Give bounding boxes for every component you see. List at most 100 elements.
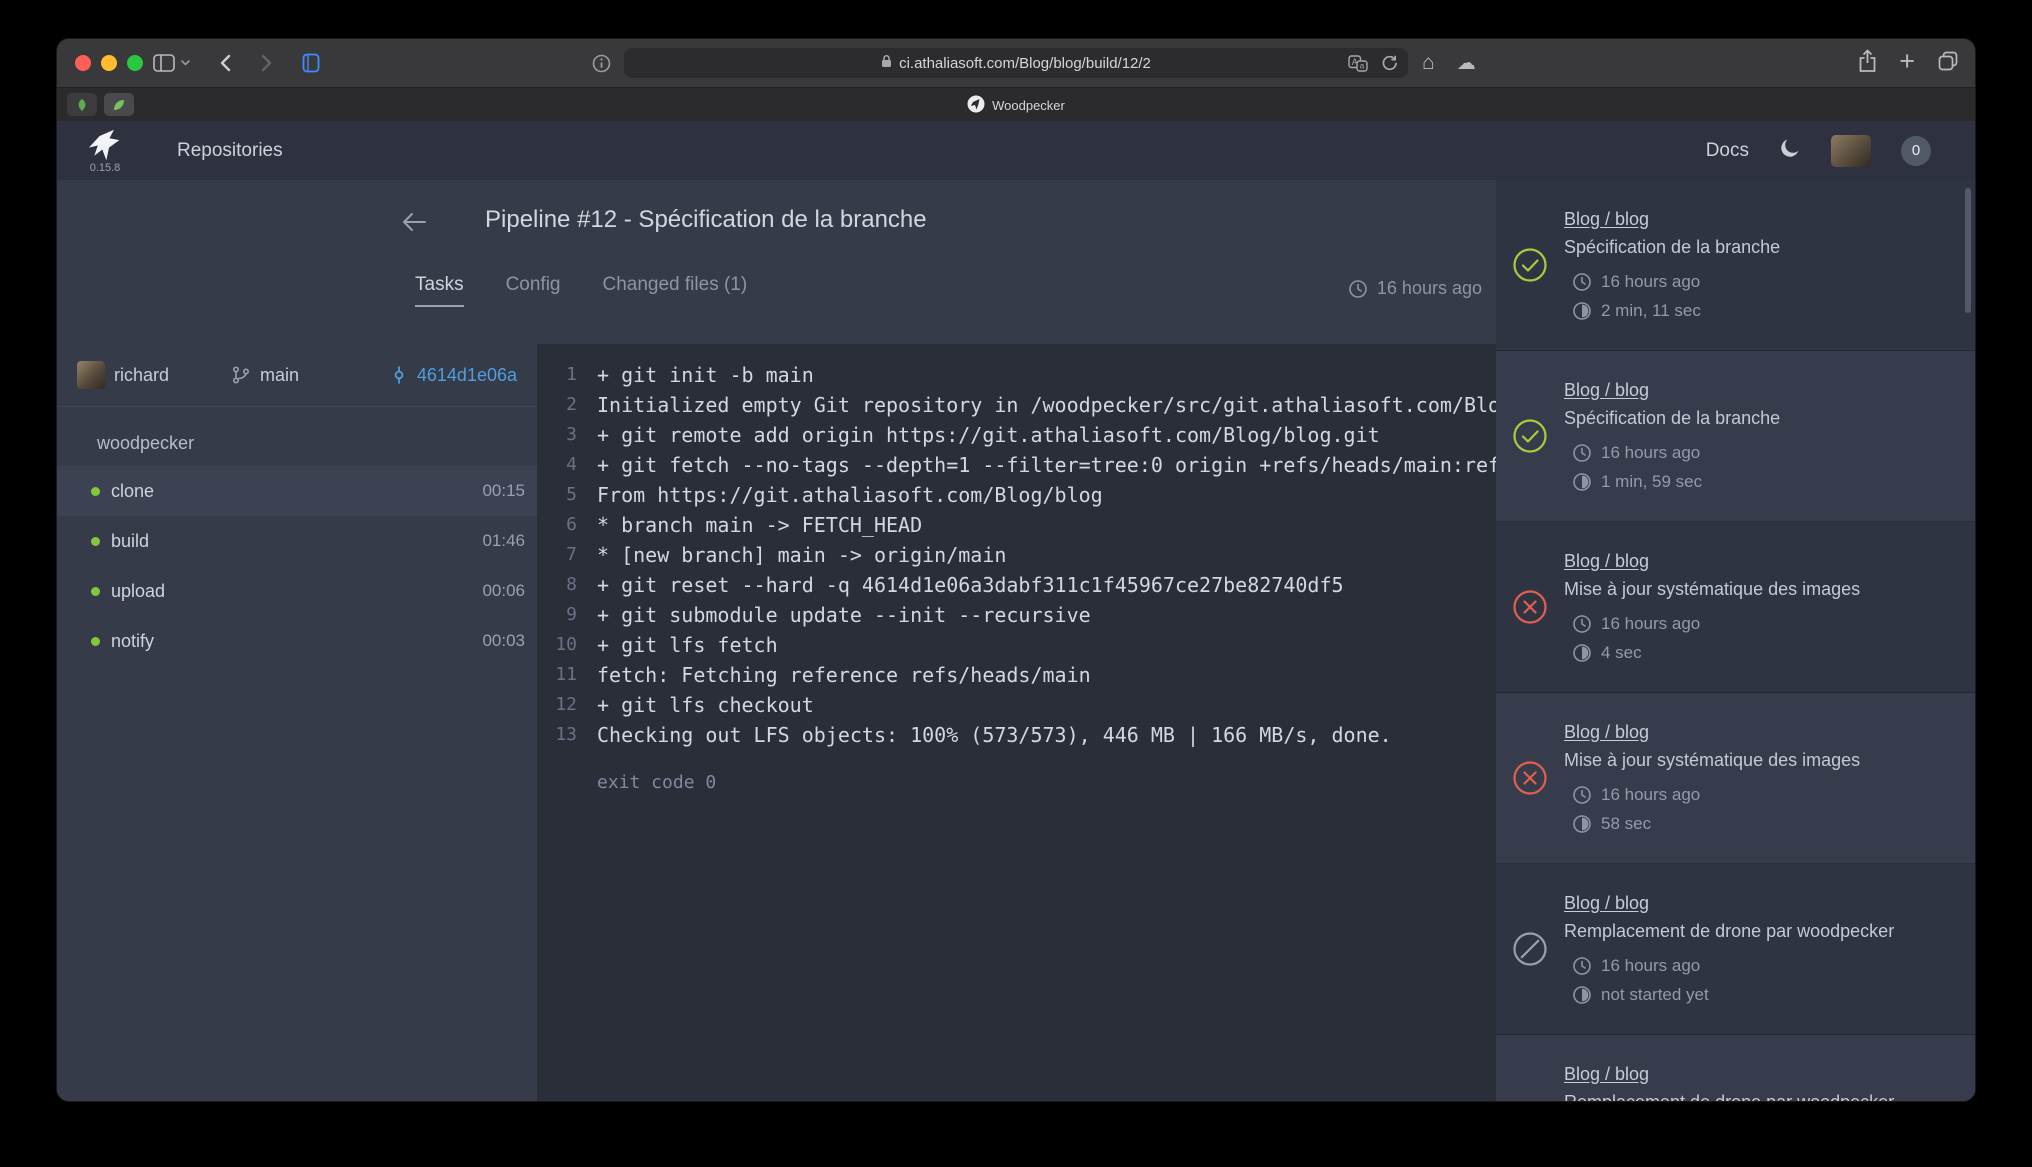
back-arrow-button[interactable] bbox=[401, 212, 427, 237]
commit-link[interactable]: 4614d1e06a bbox=[390, 365, 517, 386]
log-line-number: 9 bbox=[537, 600, 577, 630]
woodpecker-bird-icon bbox=[87, 128, 123, 162]
pipeline-header: Pipeline #12 - Spécification de la branc… bbox=[57, 180, 1496, 344]
log-line-text: + git reset --hard -q 4614d1e06a3dabf311… bbox=[597, 570, 1344, 600]
build-status-icon bbox=[1510, 760, 1550, 796]
step-status-dot-icon bbox=[91, 537, 100, 546]
log-line-text: + git submodule update --init --recursiv… bbox=[597, 600, 1091, 630]
reload-icon[interactable] bbox=[1381, 55, 1398, 76]
build-status-icon bbox=[1510, 418, 1550, 454]
clock-icon bbox=[1572, 272, 1592, 292]
nav-repositories-link[interactable]: Repositories bbox=[177, 140, 283, 162]
app-version: 0.15.8 bbox=[90, 163, 121, 174]
duration-icon bbox=[1572, 814, 1592, 834]
browser-tab-title: Woodpecker bbox=[992, 98, 1065, 113]
close-window-button[interactable] bbox=[75, 55, 91, 71]
pinned-tab-1[interactable] bbox=[67, 93, 97, 116]
duration-icon bbox=[1572, 472, 1592, 492]
log-line: 11 fetch: Fetching reference refs/heads/… bbox=[537, 660, 1496, 690]
log-panel: 1 + git init -b main 2 Initialized empty… bbox=[537, 344, 1496, 1101]
log-line: 2 Initialized empty Git repository in /w… bbox=[537, 390, 1496, 420]
pipeline-time-label: 16 hours ago bbox=[1377, 278, 1482, 299]
step-status-dot-icon bbox=[91, 637, 100, 646]
tab-overview-icon[interactable] bbox=[1937, 50, 1959, 77]
build-message: Spécification de la branche bbox=[1564, 237, 1780, 258]
notification-badge[interactable]: 0 bbox=[1901, 136, 1931, 166]
log-line-text: Initialized empty Git repository in /woo… bbox=[597, 390, 1496, 420]
step-name: notify bbox=[111, 631, 154, 652]
log-line: 5 From https://git.athaliasoft.com/Blog/… bbox=[537, 480, 1496, 510]
sidebar-scrollbar[interactable] bbox=[1965, 188, 1971, 313]
active-browser-tab[interactable]: Woodpecker bbox=[57, 88, 1975, 122]
build-info: Blog / blog Remplacement de drone par wo… bbox=[1564, 1064, 1894, 1101]
log-line: 7 * [new branch] main -> origin/main bbox=[537, 540, 1496, 570]
pinned-tab-2[interactable] bbox=[104, 93, 134, 116]
log-line-text: Checking out LFS objects: 100% (573/573)… bbox=[597, 720, 1392, 750]
sidebar-toggle-icon[interactable] bbox=[153, 54, 175, 72]
svg-text:a: a bbox=[1360, 62, 1365, 71]
build-time: 16 hours ago bbox=[1601, 614, 1700, 634]
translate-icon[interactable]: Aa bbox=[1348, 55, 1368, 76]
step-row[interactable]: upload 00:06 bbox=[57, 566, 537, 616]
forward-button[interactable] bbox=[261, 54, 272, 72]
new-tab-button[interactable]: + bbox=[1899, 48, 1915, 75]
build-card[interactable]: Blog / blog Mise à jour systématique des… bbox=[1496, 693, 1975, 864]
check-circle-icon bbox=[1512, 418, 1548, 454]
log-line-number: 7 bbox=[537, 540, 577, 570]
build-repo-link[interactable]: Blog / blog bbox=[1564, 209, 1649, 229]
pipeline-tabs: Tasks Config Changed files (1) bbox=[415, 274, 747, 307]
build-repo-link[interactable]: Blog / blog bbox=[1564, 1064, 1649, 1084]
build-message: Spécification de la branche bbox=[1564, 408, 1780, 429]
build-card[interactable]: Blog / blog Mise à jour systématique des… bbox=[1496, 522, 1975, 693]
tab-config[interactable]: Config bbox=[506, 274, 561, 307]
build-repo-link[interactable]: Blog / blog bbox=[1564, 551, 1649, 571]
log-line: 8 + git reset --hard -q 4614d1e06a3dabf3… bbox=[537, 570, 1496, 600]
step-name: clone bbox=[111, 481, 154, 502]
log-line: 10 + git lfs fetch bbox=[537, 630, 1496, 660]
build-time: 16 hours ago bbox=[1601, 272, 1700, 292]
step-row[interactable]: notify 00:03 bbox=[57, 616, 537, 666]
dark-mode-toggle[interactable] bbox=[1779, 137, 1801, 164]
exit-code: exit code 0 bbox=[597, 772, 1496, 793]
build-time: 16 hours ago bbox=[1601, 785, 1700, 805]
log-line-text: * branch main -> FETCH_HEAD bbox=[597, 510, 922, 540]
nav-docs-link[interactable]: Docs bbox=[1706, 140, 1749, 162]
extension-icon[interactable] bbox=[302, 53, 320, 73]
build-message: Mise à jour systématique des images bbox=[1564, 579, 1860, 600]
back-button[interactable] bbox=[220, 54, 231, 72]
home-icon[interactable]: ⌂ bbox=[1422, 51, 1435, 75]
build-card[interactable]: Blog / blog Spécification de la branche … bbox=[1496, 180, 1975, 351]
log-line-number: 12 bbox=[537, 690, 577, 720]
minimize-window-button[interactable] bbox=[101, 55, 117, 71]
commit-author: richard bbox=[77, 361, 169, 389]
author-name: richard bbox=[114, 365, 169, 386]
tab-changed-files[interactable]: Changed files (1) bbox=[603, 274, 748, 307]
log-line: 12 + git lfs checkout bbox=[537, 690, 1496, 720]
step-row[interactable]: build 01:46 bbox=[57, 516, 537, 566]
url-text: ci.athaliasoft.com/Blog/blog/build/12/2 bbox=[899, 55, 1151, 72]
log-line-text: From https://git.athaliasoft.com/Blog/bl… bbox=[597, 480, 1103, 510]
chevron-down-icon[interactable] bbox=[181, 60, 190, 66]
share-icon[interactable] bbox=[1858, 49, 1877, 78]
build-repo-link[interactable]: Blog / blog bbox=[1564, 893, 1649, 913]
tab-tasks[interactable]: Tasks bbox=[415, 274, 464, 307]
step-row[interactable]: clone 00:15 bbox=[57, 466, 537, 516]
log-line-text: * [new branch] main -> origin/main bbox=[597, 540, 1006, 570]
log-line-number: 4 bbox=[537, 450, 577, 480]
user-avatar[interactable] bbox=[1831, 135, 1871, 167]
commit-branch: main bbox=[231, 365, 299, 386]
build-repo-link[interactable]: Blog / blog bbox=[1564, 722, 1649, 742]
check-circle-icon bbox=[1512, 247, 1548, 283]
build-card[interactable]: Blog / blog Remplacement de drone par wo… bbox=[1496, 1035, 1975, 1101]
cloud-tabs-icon[interactable]: ☁ bbox=[1457, 52, 1476, 75]
build-message: Remplacement de drone par woodpecker bbox=[1564, 921, 1894, 942]
build-repo-link[interactable]: Blog / blog bbox=[1564, 380, 1649, 400]
log-line-text: + git fetch --no-tags --depth=1 --filter… bbox=[597, 450, 1496, 480]
build-card[interactable]: Blog / blog Remplacement de drone par wo… bbox=[1496, 864, 1975, 1035]
woodpecker-logo[interactable]: 0.15.8 bbox=[87, 128, 123, 174]
commit-hash: 4614d1e06a bbox=[417, 365, 517, 386]
address-bar[interactable]: ci.athaliasoft.com/Blog/blog/build/12/2 … bbox=[624, 48, 1408, 78]
build-card[interactable]: Blog / blog Spécification de la branche … bbox=[1496, 351, 1975, 522]
zoom-window-button[interactable] bbox=[127, 55, 143, 71]
page-info-icon[interactable] bbox=[592, 54, 611, 78]
